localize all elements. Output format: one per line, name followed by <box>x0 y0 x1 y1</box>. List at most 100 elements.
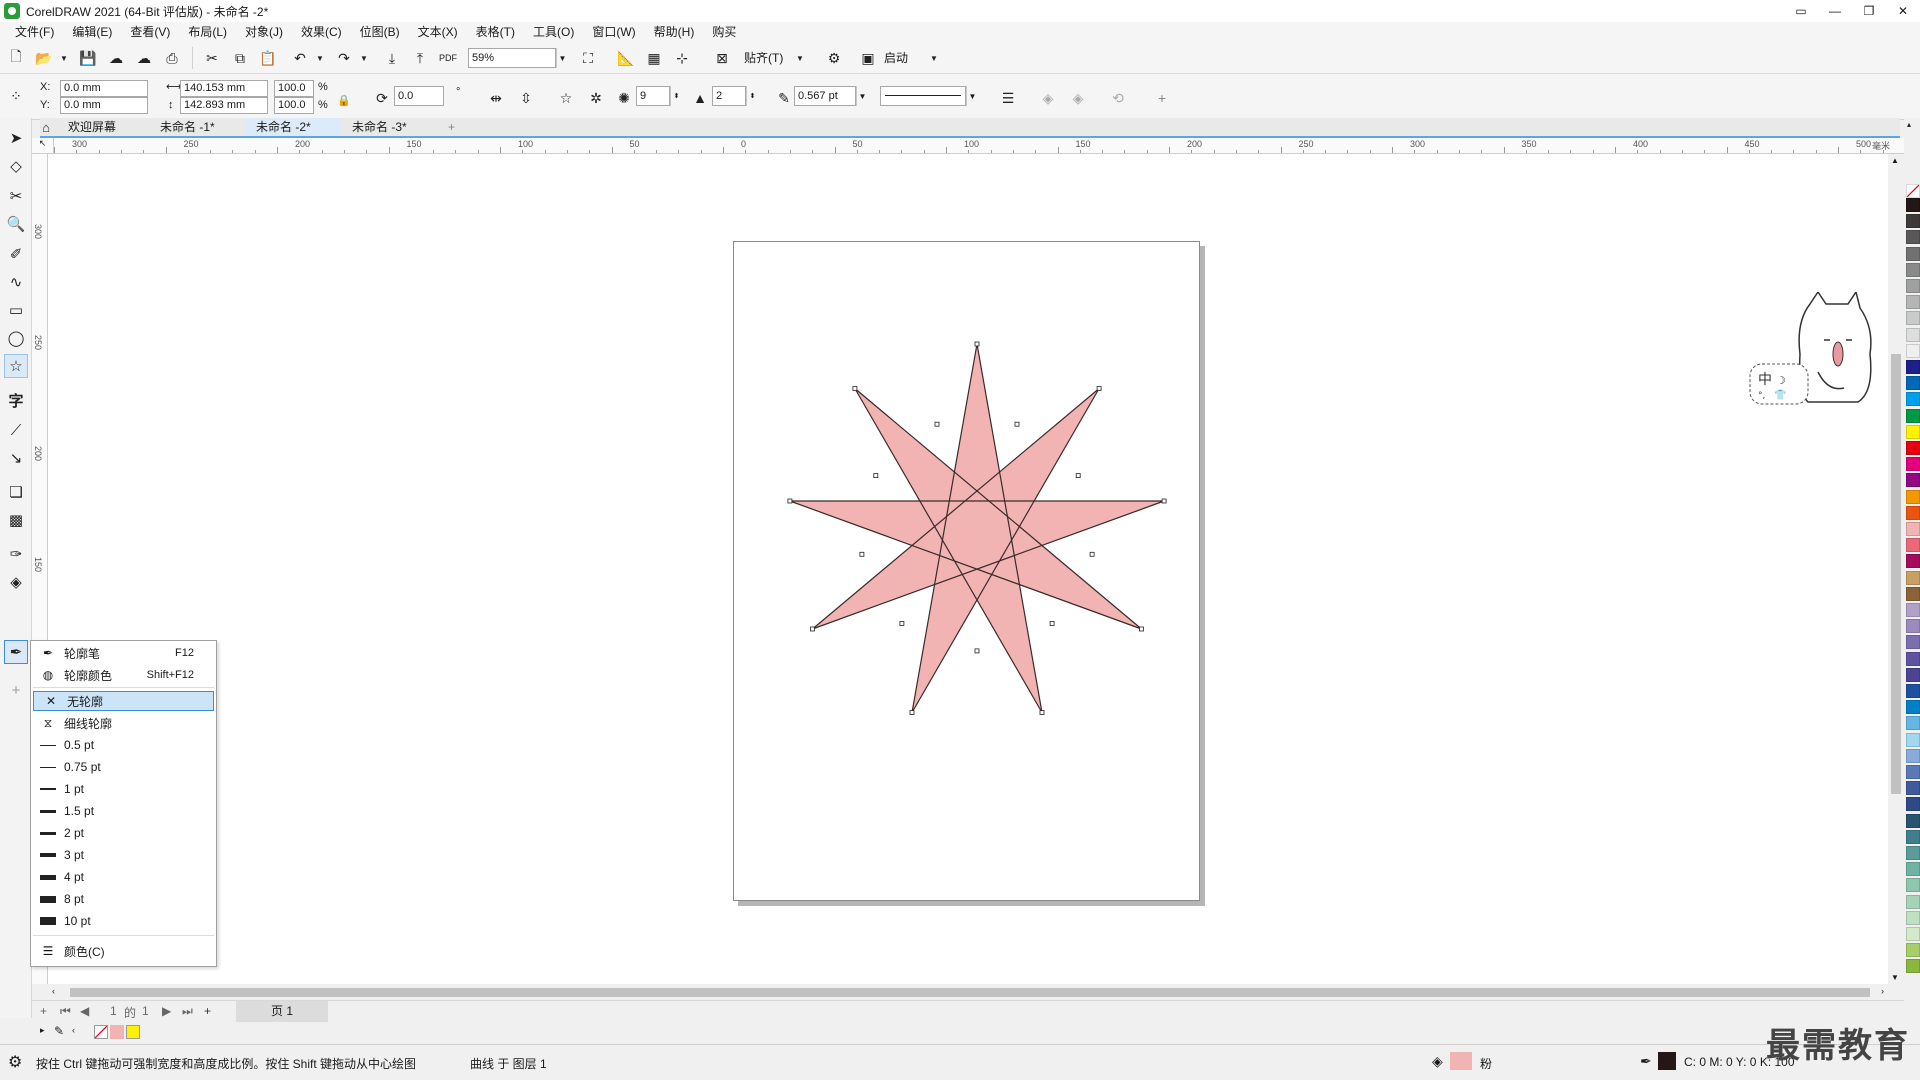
star-node-handle[interactable] <box>1014 421 1020 427</box>
star-node-handle[interactable] <box>873 473 879 479</box>
palette-swatch[interactable] <box>1906 748 1920 763</box>
star-node-handle[interactable] <box>899 621 905 626</box>
palette-swatch[interactable] <box>1906 230 1920 245</box>
palette-swatch[interactable] <box>1906 408 1920 423</box>
palette-swatch[interactable] <box>1906 262 1920 277</box>
palette-swatch[interactable] <box>1906 619 1920 634</box>
palette-swatch[interactable] <box>1906 522 1920 536</box>
doc-palette-left-icon[interactable]: ‹ <box>72 1025 75 1035</box>
star-node-handle[interactable] <box>974 648 980 654</box>
star-node-handle[interactable] <box>859 551 865 557</box>
palette-swatch[interactable] <box>1906 586 1920 601</box>
scroll-right-icon[interactable]: › <box>1881 986 1884 996</box>
menu-item-outline-pen[interactable]: ✒ 轮廓笔 F12 <box>31 643 216 663</box>
menu-item-hairline[interactable]: ⧖ 细线轮廓 <box>31 713 216 733</box>
palette-swatch[interactable] <box>1906 943 1920 958</box>
palette-swatch[interactable] <box>1906 473 1920 488</box>
palette-swatch[interactable] <box>1906 684 1920 698</box>
palette-swatch[interactable] <box>1906 505 1920 520</box>
palette-swatch[interactable] <box>1906 700 1920 715</box>
palette-swatch[interactable] <box>1906 894 1920 909</box>
star-node-handle[interactable] <box>1089 551 1095 557</box>
vertical-scroll-thumb[interactable] <box>1891 354 1901 794</box>
menu-item-4pt[interactable]: 4 pt <box>31 867 216 887</box>
no-color-swatch[interactable] <box>1906 184 1920 198</box>
add-page-before-icon[interactable]: + <box>40 1004 47 1018</box>
scroll-down-icon[interactable]: ▼ <box>1891 973 1899 982</box>
star-node-handle[interactable] <box>934 421 940 427</box>
palette-swatch[interactable] <box>1906 667 1920 682</box>
doc-yellow-swatch[interactable] <box>126 1025 140 1039</box>
doc-no-color-swatch[interactable] <box>94 1025 108 1039</box>
outline-color-swatch[interactable] <box>1658 1052 1676 1070</box>
menu-item-10pt[interactable]: 10 pt <box>31 911 216 931</box>
palette-swatch[interactable] <box>1906 441 1920 455</box>
palette-swatch[interactable] <box>1906 732 1920 747</box>
fill-color-swatch[interactable] <box>1450 1052 1472 1070</box>
palette-swatch[interactable] <box>1906 797 1920 812</box>
scroll-up-icon[interactable]: ▲ <box>1891 156 1899 165</box>
palette-swatch[interactable] <box>1906 781 1920 796</box>
page-tab[interactable]: 页 1 <box>236 1001 328 1022</box>
palette-swatch[interactable] <box>1906 554 1920 569</box>
star-node-handle[interactable] <box>974 341 980 347</box>
menu-item-no-outline[interactable]: ✕ 无轮廓 <box>33 691 214 711</box>
palette-swatch[interactable] <box>1906 862 1920 877</box>
scroll-left-icon[interactable]: ‹ <box>52 986 55 996</box>
palette-swatch[interactable] <box>1906 959 1920 974</box>
menu-item-0-5pt[interactable]: 0.5 pt <box>31 735 216 755</box>
palette-swatch[interactable] <box>1906 570 1920 585</box>
doc-palette-menu-icon[interactable]: ▸ <box>40 1025 45 1036</box>
palette-swatch[interactable] <box>1906 392 1920 407</box>
star-shape[interactable] <box>789 343 1165 713</box>
last-page-icon[interactable]: ⏭ <box>182 1004 193 1019</box>
palette-swatch[interactable] <box>1906 489 1920 504</box>
palette-swatch[interactable] <box>1906 327 1920 342</box>
palette-swatch[interactable] <box>1906 279 1920 293</box>
palette-swatch[interactable] <box>1906 813 1920 828</box>
star-node-handle[interactable] <box>1039 710 1045 715</box>
menu-item-color[interactable]: ☰ 颜色(C) <box>31 941 216 961</box>
star-node-handle[interactable] <box>787 498 793 504</box>
horizontal-scroll-thumb[interactable] <box>70 988 1870 997</box>
star-node-handle[interactable] <box>1075 473 1081 479</box>
star-node-handle[interactable] <box>852 386 858 391</box>
star-node-handle[interactable] <box>1161 498 1167 504</box>
doc-palette-eyedropper-icon[interactable]: ✎ <box>54 1024 64 1038</box>
palette-scroll-up-icon[interactable]: ▴ <box>1907 120 1911 129</box>
palette-swatch[interactable] <box>1906 635 1920 650</box>
status-settings-icon[interactable]: ⚙ <box>8 1052 22 1072</box>
star-node-handle[interactable] <box>1049 621 1055 626</box>
palette-swatch[interactable] <box>1906 424 1920 439</box>
palette-swatch[interactable] <box>1906 846 1920 860</box>
horizontal-scrollbar[interactable]: ‹ › <box>48 984 1888 1000</box>
input-method-mascot[interactable]: 中 ☽ °, 👕 <box>1748 292 1888 412</box>
menu-item-1pt[interactable]: 1 pt <box>31 779 216 799</box>
palette-swatch[interactable] <box>1906 651 1920 666</box>
star-node-handle[interactable] <box>909 710 915 715</box>
menu-item-2pt[interactable]: 2 pt <box>31 823 216 843</box>
palette-swatch[interactable] <box>1906 311 1920 326</box>
first-page-icon[interactable]: ⏮ <box>60 1004 71 1019</box>
next-page-icon[interactable]: ▶ <box>162 1004 171 1018</box>
menu-item-3pt[interactable]: 3 pt <box>31 845 216 865</box>
palette-swatch[interactable] <box>1906 343 1920 358</box>
palette-swatch[interactable] <box>1906 214 1920 229</box>
palette-swatch[interactable] <box>1906 295 1920 310</box>
menu-item-outline-color[interactable]: ◍ 轮廓颜色 Shift+F12 <box>31 665 216 685</box>
palette-swatch[interactable] <box>1906 457 1920 472</box>
palette-swatch[interactable] <box>1906 878 1920 893</box>
palette-swatch[interactable] <box>1906 927 1920 941</box>
palette-swatch[interactable] <box>1906 376 1920 391</box>
menu-item-8pt[interactable]: 8 pt <box>31 889 216 909</box>
star-node-handle[interactable] <box>1096 386 1102 391</box>
prev-page-icon[interactable]: ◀ <box>80 1004 89 1018</box>
menu-item-1-5pt[interactable]: 1.5 pt <box>31 801 216 821</box>
palette-swatch[interactable] <box>1906 716 1920 731</box>
star-node-handle[interactable] <box>1139 626 1144 632</box>
menu-item-0-75pt[interactable]: 0.75 pt <box>31 757 216 777</box>
palette-swatch[interactable] <box>1906 910 1920 925</box>
palette-swatch[interactable] <box>1906 198 1920 212</box>
doc-pink-swatch[interactable] <box>110 1025 124 1039</box>
palette-swatch[interactable] <box>1906 538 1920 553</box>
